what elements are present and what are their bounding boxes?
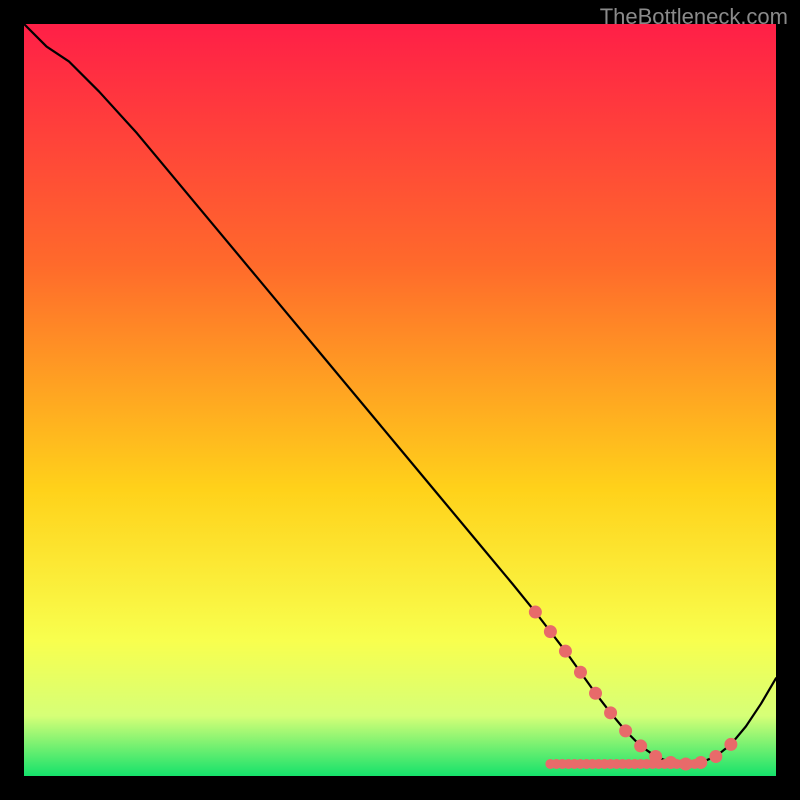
curve-marker [634, 739, 647, 752]
curve-marker [574, 666, 587, 679]
curve-marker [724, 738, 737, 751]
curve-marker [709, 750, 722, 763]
curve-marker [589, 687, 602, 700]
plot-area [24, 24, 776, 776]
curve-marker [679, 757, 692, 770]
gradient-bg [24, 24, 776, 776]
curve-marker [619, 724, 632, 737]
curve-marker [649, 750, 662, 763]
chart-stage: TheBottleneck.com [0, 0, 800, 800]
chart-svg [24, 24, 776, 776]
curve-marker [664, 756, 677, 769]
curve-marker [529, 606, 542, 619]
curve-marker [544, 625, 557, 638]
curve-marker [604, 706, 617, 719]
curve-marker [559, 645, 572, 658]
curve-marker [694, 756, 707, 769]
